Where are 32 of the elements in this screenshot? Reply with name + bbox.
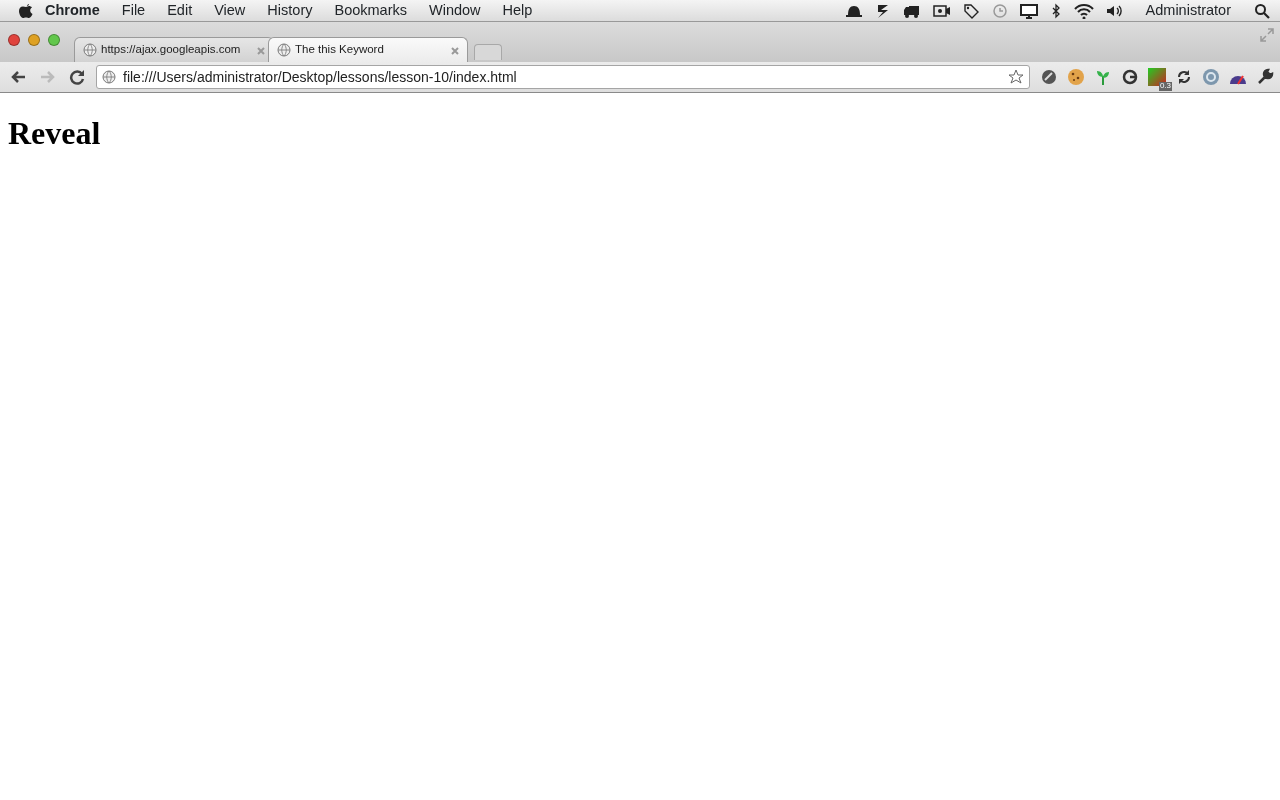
- wifi-icon[interactable]: [1073, 2, 1094, 19]
- letter-g-icon[interactable]: [1121, 68, 1139, 86]
- search-icon[interactable]: [1254, 2, 1270, 19]
- menu-item[interactable]: Edit: [156, 0, 204, 22]
- cookie-icon[interactable]: [1067, 68, 1085, 86]
- extension-badge: 0.3: [1158, 82, 1172, 91]
- app-menu[interactable]: Chrome: [34, 0, 111, 22]
- menu-item[interactable]: File: [110, 0, 157, 22]
- clock-icon[interactable]: [990, 2, 1008, 19]
- address-field[interactable]: file:///Users/administrator/Desktop/lessons/lesson-10/index.html: [96, 65, 1030, 89]
- sprout-icon[interactable]: [1094, 68, 1112, 86]
- user-menu[interactable]: Administrator: [1134, 0, 1242, 22]
- bookmark-star-icon[interactable]: [1008, 69, 1024, 85]
- globe-icon: [83, 43, 97, 57]
- video-camera-icon[interactable]: [932, 2, 951, 19]
- close-window-button[interactable]: [8, 34, 20, 46]
- menu-item[interactable]: View: [203, 0, 257, 22]
- menu-item[interactable]: Help: [491, 0, 544, 22]
- zoom-window-button[interactable]: [48, 34, 60, 46]
- menu-item[interactable]: History: [256, 0, 324, 22]
- menu-item[interactable]: Bookmarks: [323, 0, 418, 22]
- tag-icon[interactable]: [962, 2, 979, 19]
- menu-item[interactable]: Window: [418, 0, 492, 22]
- wrench-icon[interactable]: [1256, 68, 1274, 86]
- globe-icon: [102, 70, 116, 84]
- sync-arrows-icon[interactable]: [1175, 68, 1193, 86]
- apple-logo-icon[interactable]: [18, 2, 34, 19]
- browser-tab[interactable]: The this Keyword: [268, 37, 468, 62]
- minimize-window-button[interactable]: [28, 34, 40, 46]
- monitor-icon[interactable]: [1019, 2, 1038, 19]
- page-heading: Reveal: [8, 114, 102, 153]
- globe-icon: [277, 43, 291, 57]
